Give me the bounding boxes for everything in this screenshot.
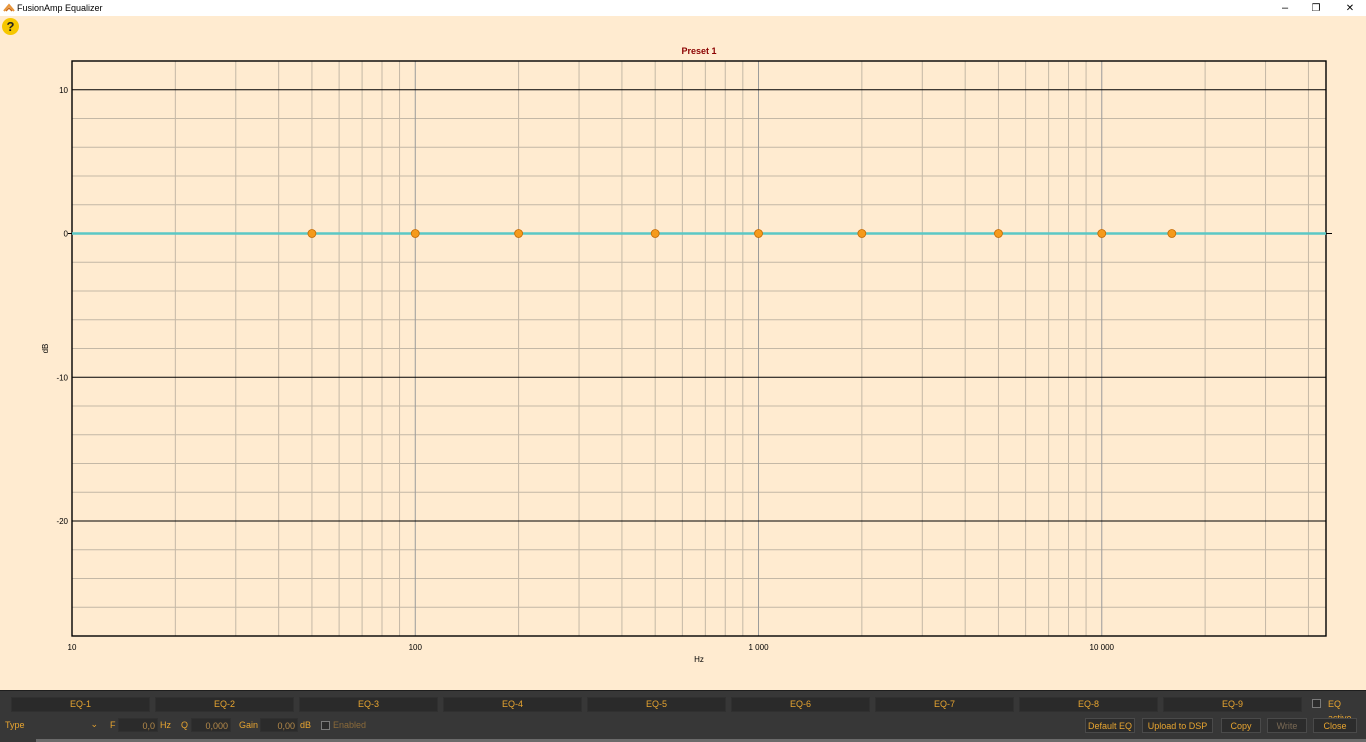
restore-icon: ❐ (1311, 2, 1321, 14)
eq-tab-3[interactable]: EQ-3 (299, 697, 438, 712)
eq-point-4[interactable] (650, 229, 660, 238)
copy-button[interactable]: Copy (1221, 718, 1261, 733)
eq-point-7[interactable] (994, 229, 1003, 238)
eq-point-1[interactable] (307, 229, 317, 238)
app-logo-icon (3, 3, 15, 12)
eq-tab-9[interactable]: EQ-9 (1163, 697, 1302, 712)
eq-point-6[interactable] (857, 229, 867, 238)
eq-active-checkbox[interactable] (1312, 699, 1321, 708)
enabled-checkbox[interactable] (321, 721, 330, 730)
x-tick-label: 1 000 (749, 643, 770, 652)
bottom-panel: EQ-1 EQ-2 EQ-3 EQ-4 EQ-5 EQ-6 EQ-7 EQ-8 EQ-9 EQ … (0, 690, 1366, 742)
chart-title: Preset 1 (681, 46, 716, 56)
y-axis-label: dB (41, 344, 50, 354)
f-label: F (110, 720, 116, 730)
eq-tab-8[interactable]: EQ-8 (1019, 697, 1158, 712)
title-bar: FusionAmp Equalizer – ❐ ✕ (0, 0, 1366, 16)
y-tick-label: 10 (59, 86, 68, 95)
restore-button[interactable]: ❐ (1301, 0, 1331, 16)
window-title: FusionAmp Equalizer (17, 3, 103, 13)
close-button[interactable]: Close (1313, 718, 1357, 733)
write-button[interactable]: Write (1267, 718, 1307, 733)
eq-tab-7[interactable]: EQ-7 (875, 697, 1014, 712)
minimize-icon: – (1281, 2, 1289, 14)
x-tick-label: 10 (68, 643, 77, 652)
y-tick-label: 0 (64, 230, 69, 239)
frequency-field[interactable]: 0,0 (118, 718, 158, 732)
hz-unit: Hz (160, 720, 171, 730)
db-unit: dB (300, 720, 312, 730)
help-glyph: ? (6, 19, 15, 34)
upload-to-dsp-button[interactable]: Upload to DSP (1142, 718, 1213, 733)
x-tick-label: 100 (409, 643, 423, 652)
q-label: Q (181, 720, 189, 730)
gain-label: Gain (239, 720, 259, 730)
y-tick-label: -20 (56, 517, 68, 526)
close-window-button[interactable]: ✕ (1335, 0, 1365, 16)
enabled-label: Enabled (333, 720, 367, 730)
x-axis-label: Hz (694, 655, 704, 664)
eq-tab-4[interactable]: EQ-4 (443, 697, 582, 712)
eq-chart[interactable]: Preset 1100-10-2010 100 1 000 10 000HzdB (0, 36, 1366, 686)
minimize-button[interactable]: – (1270, 0, 1300, 16)
eq-point-3[interactable] (514, 229, 523, 238)
help-icon[interactable]: ? (2, 18, 19, 35)
eq-tab-2[interactable]: EQ-2 (155, 697, 294, 712)
y-tick-label: -10 (56, 373, 68, 382)
chevron-down-icon: ⌄ (90, 719, 98, 729)
eq-tab-6[interactable]: EQ-6 (731, 697, 870, 712)
type-select[interactable]: ⌄ (4, 718, 102, 732)
eq-point-8[interactable] (1097, 229, 1107, 238)
eq-tab-5[interactable]: EQ-5 (587, 697, 726, 712)
eq-point-2[interactable] (410, 229, 420, 238)
gain-field[interactable]: 0,00 (260, 718, 298, 732)
eq-point-5[interactable] (754, 229, 763, 238)
x-tick-label: 10 000 (1090, 643, 1115, 652)
q-field[interactable]: 0,000 (191, 718, 231, 732)
eq-point-9[interactable] (1167, 229, 1177, 238)
default-eq-button[interactable]: Default EQ (1085, 718, 1135, 733)
eq-tab-1[interactable]: EQ-1 (11, 697, 150, 712)
close-icon: ✕ (1345, 2, 1355, 14)
